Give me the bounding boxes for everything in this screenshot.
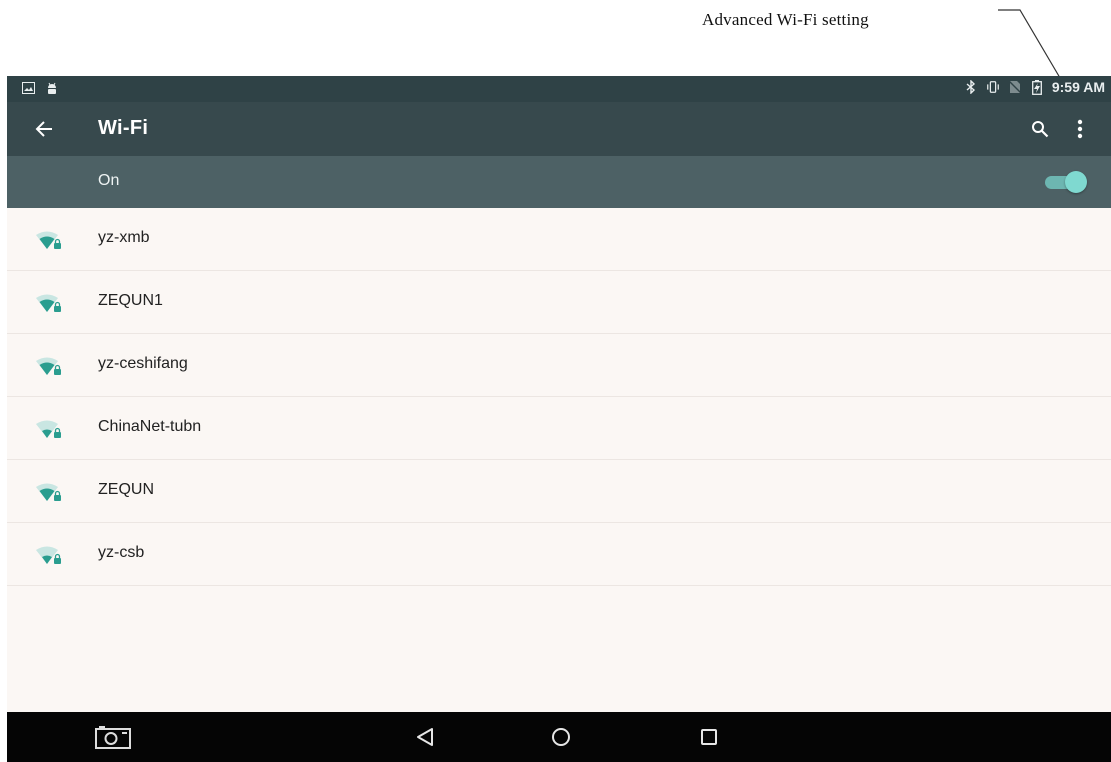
navigation-bar: [7, 712, 1111, 762]
network-item[interactable]: yz-xmb: [7, 208, 1111, 271]
status-time: 9:59 AM: [1051, 79, 1105, 95]
toggle-thumb: [1065, 171, 1087, 193]
app-bar: Wi-Fi: [7, 102, 1111, 156]
wifi-lock-icon: [36, 231, 61, 249]
network-ssid: ZEQUN: [98, 481, 154, 498]
network-ssid: yz-csb: [98, 544, 145, 561]
wifi-toggle[interactable]: [1041, 171, 1087, 193]
home-circle-icon[interactable]: [541, 722, 581, 752]
back-triangle-icon[interactable]: [405, 722, 445, 752]
network-item[interactable]: ZEQUN: [7, 460, 1111, 523]
wifi-lock-icon: [36, 294, 61, 312]
status-bar: 9:59 AM: [7, 76, 1111, 102]
android-screen: 9:59 AM Wi-Fi On yz-xmb ZEQUN1 yz-ceshif…: [7, 76, 1111, 762]
bluetooth-icon: [964, 79, 978, 95]
recents-square-icon[interactable]: [689, 722, 729, 752]
gallery-icon: [21, 80, 35, 96]
network-ssid: ZEQUN1: [98, 292, 163, 309]
network-ssid: yz-xmb: [98, 229, 150, 246]
network-list: yz-xmb ZEQUN1 yz-ceshifang ChinaNet-tubn…: [7, 208, 1111, 712]
battery-charging-icon: [1030, 79, 1044, 95]
network-item[interactable]: yz-csb: [7, 523, 1111, 586]
android-debug-icon: [45, 80, 59, 96]
wifi-lock-icon: [36, 546, 61, 564]
network-ssid: yz-ceshifang: [98, 355, 188, 372]
no-sim-icon: [1008, 79, 1022, 95]
network-ssid: ChinaNet-tubn: [98, 418, 202, 435]
screenshot-camera-icon[interactable]: [93, 722, 133, 752]
vibrate-icon: [986, 79, 1000, 95]
network-item[interactable]: ZEQUN1: [7, 271, 1111, 334]
switch-label: On: [98, 172, 120, 189]
annotation-label: Advanced Wi-Fi setting: [702, 10, 869, 29]
wifi-lock-icon: [36, 420, 61, 438]
wifi-master-switch-bar[interactable]: On: [7, 156, 1111, 208]
network-item[interactable]: ChinaNet-tubn: [7, 397, 1111, 460]
more-vert-icon[interactable]: [1067, 116, 1093, 142]
network-item[interactable]: yz-ceshifang: [7, 334, 1111, 397]
wifi-lock-icon: [36, 483, 61, 501]
wifi-lock-icon: [36, 357, 61, 375]
page-title: Wi-Fi: [98, 117, 149, 139]
arrow-left-icon[interactable]: [31, 116, 57, 142]
search-icon[interactable]: [1027, 116, 1053, 142]
